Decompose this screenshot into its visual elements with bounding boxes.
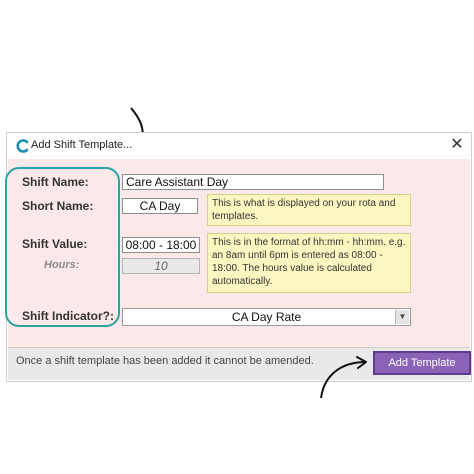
annotation-arrow-bottom [320,356,367,399]
